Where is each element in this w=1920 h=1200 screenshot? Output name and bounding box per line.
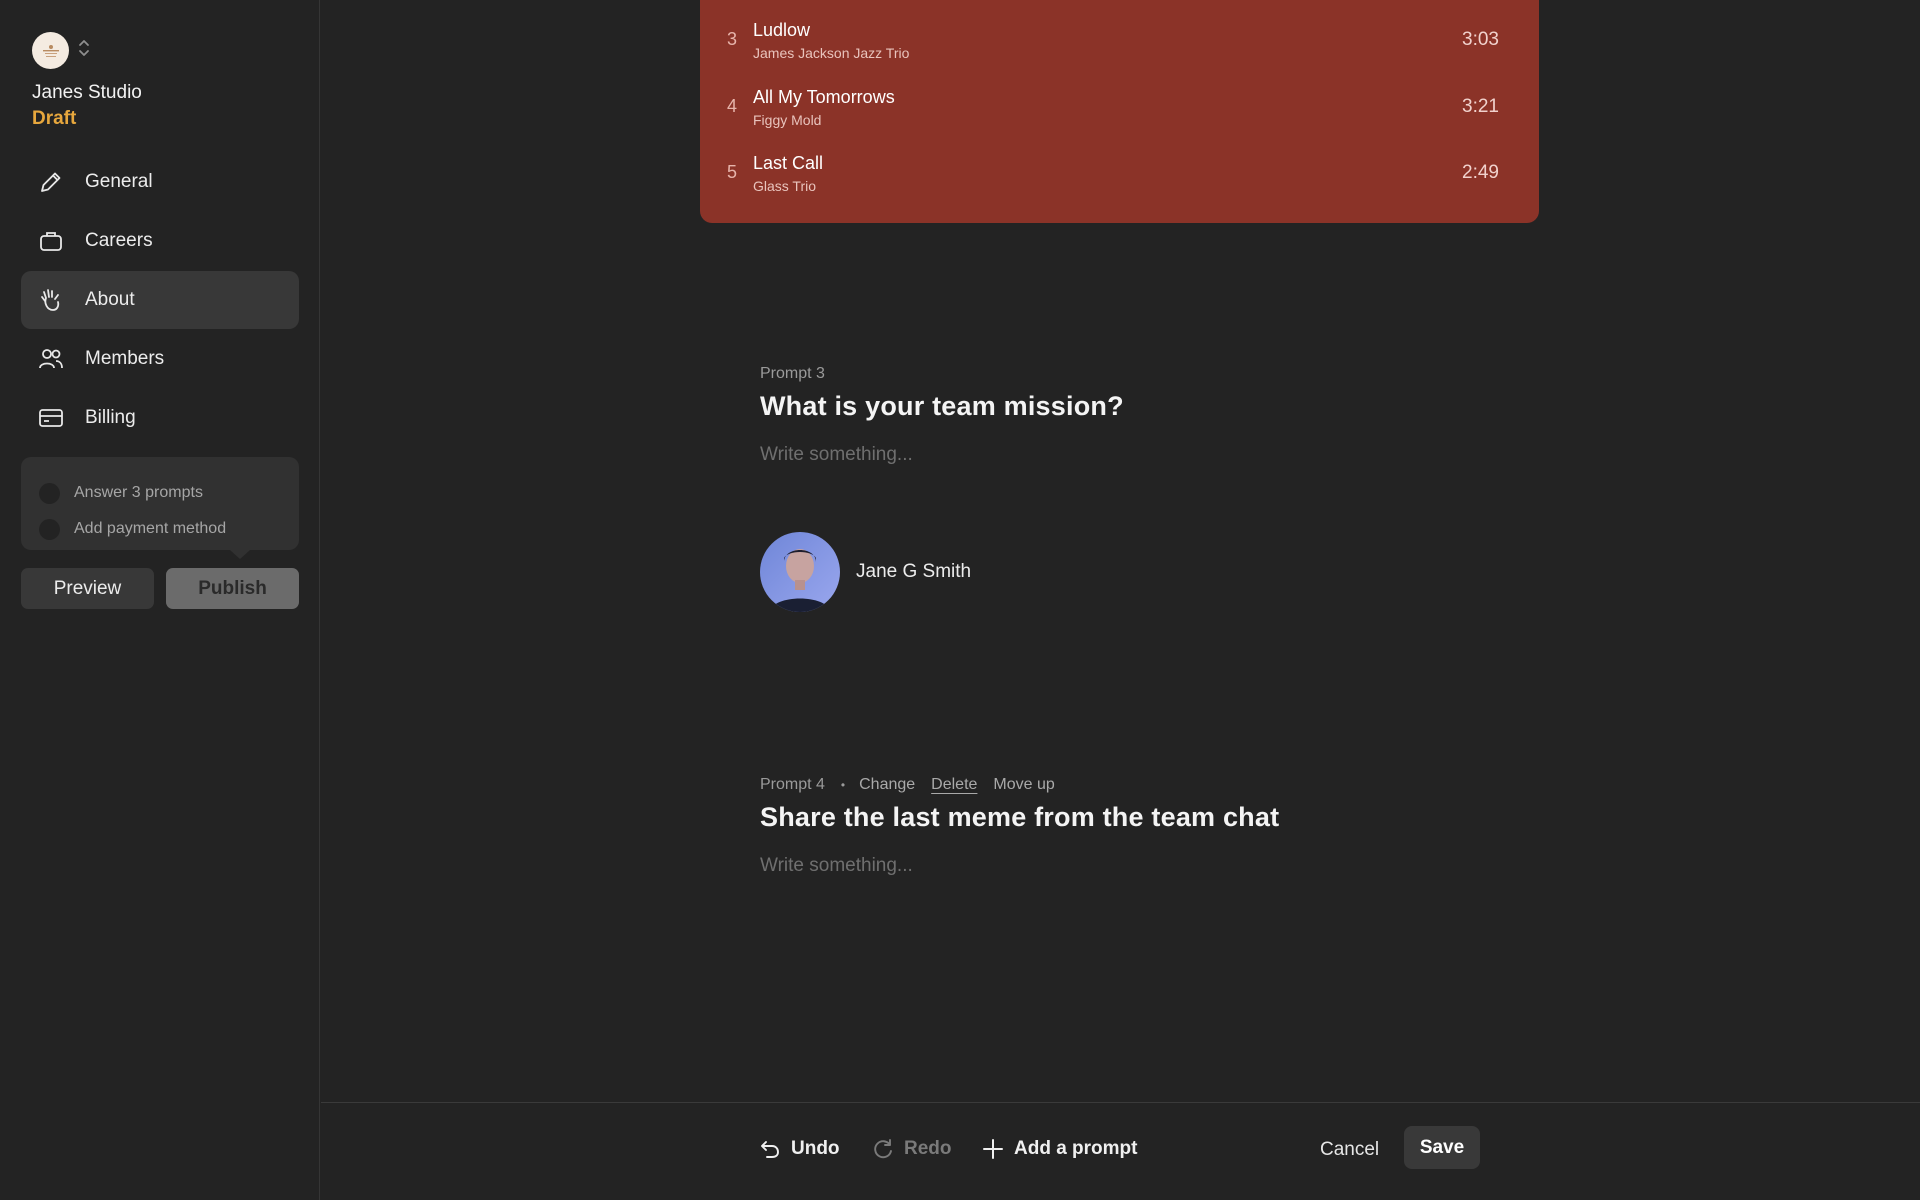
track-duration: 3:03 xyxy=(1462,29,1499,50)
callout-pointer xyxy=(230,550,250,559)
track-artist: Glass Trio xyxy=(753,178,817,194)
cancel-button[interactable]: Cancel xyxy=(1320,1139,1379,1161)
pencil-icon xyxy=(37,168,65,196)
add-prompt-label: Add a prompt xyxy=(1014,1138,1138,1159)
redo-button[interactable]: Redo xyxy=(871,1137,952,1161)
status-badge: Draft xyxy=(32,108,77,129)
track-row[interactable]: 4 All My Tomorrows Figgy Mold 3:21 xyxy=(700,71,1539,137)
prompt-meta: Prompt 4 • Change Delete Move up xyxy=(760,776,1660,794)
author: Jane G Smith xyxy=(760,532,971,612)
checklist-item-label: Add payment method xyxy=(74,520,227,537)
undo-button[interactable]: Undo xyxy=(758,1137,840,1161)
checklist-item: Answer 3 prompts xyxy=(39,475,283,511)
avatar xyxy=(760,532,840,612)
publish-button[interactable]: Publish xyxy=(166,568,299,609)
sidebar-nav: General Careers About Members Billing xyxy=(21,153,299,448)
track-number: 5 xyxy=(727,162,738,182)
save-button[interactable]: Save xyxy=(1404,1126,1480,1169)
change-prompt-link[interactable]: Change xyxy=(859,776,915,794)
track-duration: 2:49 xyxy=(1462,162,1499,183)
studio-logo-icon xyxy=(32,32,69,69)
track-title: All My Tomorrows xyxy=(753,87,895,107)
prompt-3: Prompt 3 What is your team mission? xyxy=(760,365,1660,466)
briefcase-icon xyxy=(37,227,65,255)
redo-icon xyxy=(874,1139,892,1159)
track-row[interactable]: 3 Ludlow James Jackson Jazz Trio 3:03 xyxy=(700,4,1539,70)
sidebar-item-label: Careers xyxy=(85,230,153,251)
prompt-answer-input[interactable] xyxy=(760,855,1560,877)
sidebar-item-about[interactable]: About xyxy=(21,271,299,329)
sidebar-item-label: About xyxy=(85,289,135,310)
people-icon xyxy=(37,345,65,373)
move-up-link[interactable]: Move up xyxy=(993,776,1054,794)
checklist-item-label: Answer 3 prompts xyxy=(74,484,203,501)
checkbox-circle-icon xyxy=(39,518,60,540)
prompt-title: Share the last meme from the team chat xyxy=(760,802,1280,832)
waving-hand-icon xyxy=(37,286,65,314)
prompt-number: Prompt 4 xyxy=(760,776,825,793)
sidebar-item-general[interactable]: General xyxy=(21,153,299,211)
credit-card-icon xyxy=(37,404,65,432)
redo-label: Redo xyxy=(904,1138,952,1159)
sidebar-item-members[interactable]: Members xyxy=(21,330,299,388)
prompt-4: Prompt 4 • Change Delete Move up Share t… xyxy=(760,776,1660,877)
sidebar-item-label: General xyxy=(85,171,153,192)
org-switcher[interactable] xyxy=(32,32,91,69)
checklist-item: Add payment method xyxy=(39,511,283,547)
org-name: Janes Studio xyxy=(32,82,142,103)
sidebar-item-label: Billing xyxy=(85,407,136,428)
prompt-title: What is your team mission? xyxy=(760,391,1124,421)
author-name: Jane G Smith xyxy=(856,561,972,582)
editor-toolbar: Undo Redo Add a prompt Cancel Save xyxy=(321,1102,1920,1200)
checkbox-circle-icon xyxy=(39,482,60,504)
track-artist: James Jackson Jazz Trio xyxy=(753,45,910,61)
track-row[interactable]: 5 Last Call Glass Trio 2:49 xyxy=(700,137,1539,203)
sidebar: Janes Studio Draft General Careers About… xyxy=(0,0,320,1200)
track-title: Last Call xyxy=(753,153,824,173)
chevron-up-down-icon[interactable] xyxy=(77,38,91,63)
prompt-number: Prompt 3 xyxy=(760,365,825,382)
undo-icon xyxy=(761,1141,779,1158)
plus-icon xyxy=(983,1139,1003,1159)
publish-checklist: Answer 3 prompts Add payment method xyxy=(21,457,299,550)
track-duration: 3:21 xyxy=(1462,96,1499,117)
delete-prompt-link[interactable]: Delete xyxy=(931,776,977,794)
separator-dot: • xyxy=(840,778,846,792)
undo-label: Undo xyxy=(791,1138,840,1159)
sidebar-item-billing[interactable]: Billing xyxy=(21,389,299,447)
sidebar-item-careers[interactable]: Careers xyxy=(21,212,299,270)
track-title: Ludlow xyxy=(753,20,811,40)
main-content: 3 Ludlow James Jackson Jazz Trio 3:03 4 … xyxy=(321,0,1920,1102)
preview-button[interactable]: Preview xyxy=(21,568,154,609)
track-number: 4 xyxy=(727,96,738,116)
playlist-card: 3 Ludlow James Jackson Jazz Trio 3:03 4 … xyxy=(700,0,1539,223)
prompt-meta: Prompt 3 xyxy=(760,365,1660,383)
add-prompt-button[interactable]: Add a prompt xyxy=(981,1137,1138,1161)
track-number: 3 xyxy=(727,29,738,49)
sidebar-item-label: Members xyxy=(85,348,165,369)
prompt-answer-input[interactable] xyxy=(760,444,1560,466)
track-artist: Figgy Mold xyxy=(753,112,822,128)
